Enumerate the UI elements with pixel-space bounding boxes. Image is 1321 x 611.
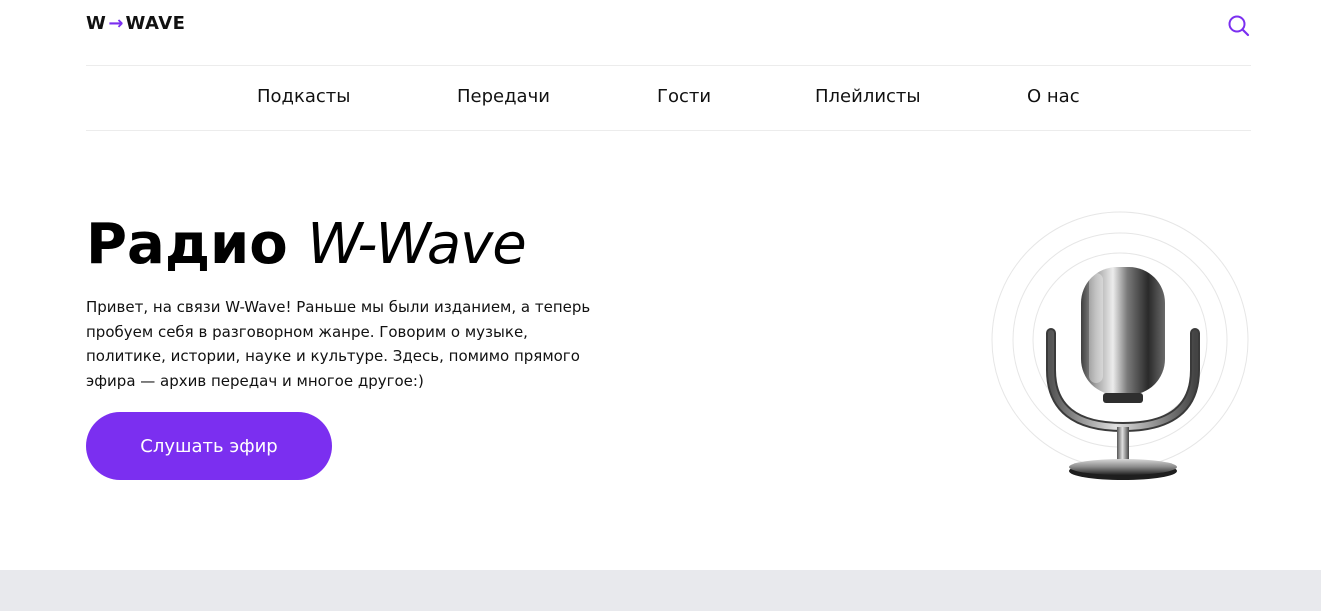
nav-item-about[interactable]: О нас (1027, 66, 1080, 130)
listen-live-button[interactable]: Слушать эфир (86, 412, 332, 480)
search-button[interactable] (1227, 14, 1251, 38)
logo-text-left: W (86, 12, 107, 34)
page-title: Радио W-Wave (86, 210, 527, 280)
title-italic: W-Wave (307, 212, 526, 277)
search-icon (1228, 15, 1250, 37)
site-header: W → WAVE (86, 0, 1251, 65)
logo-text-right: WAVE (125, 12, 186, 34)
nav-item-playlists[interactable]: Плейлисты (815, 66, 921, 130)
logo-link[interactable]: W → WAVE (86, 11, 185, 35)
logo-arrow-icon: → (108, 12, 124, 34)
hero-illustration (985, 205, 1255, 490)
main-nav: Подкасты Передачи Гости Плейлисты О нас (86, 66, 1251, 130)
nav-item-shows[interactable]: Передачи (457, 66, 550, 130)
next-section-band (0, 570, 1321, 611)
title-bold: Радио (86, 212, 288, 277)
nav-item-guests[interactable]: Гости (657, 66, 711, 130)
hero-description: Привет, на связи W-Wave! Раньше мы были … (86, 298, 591, 390)
nav-divider (86, 130, 1251, 131)
nav-item-podcasts[interactable]: Подкасты (257, 66, 351, 130)
microphone-icon (991, 211, 1249, 480)
